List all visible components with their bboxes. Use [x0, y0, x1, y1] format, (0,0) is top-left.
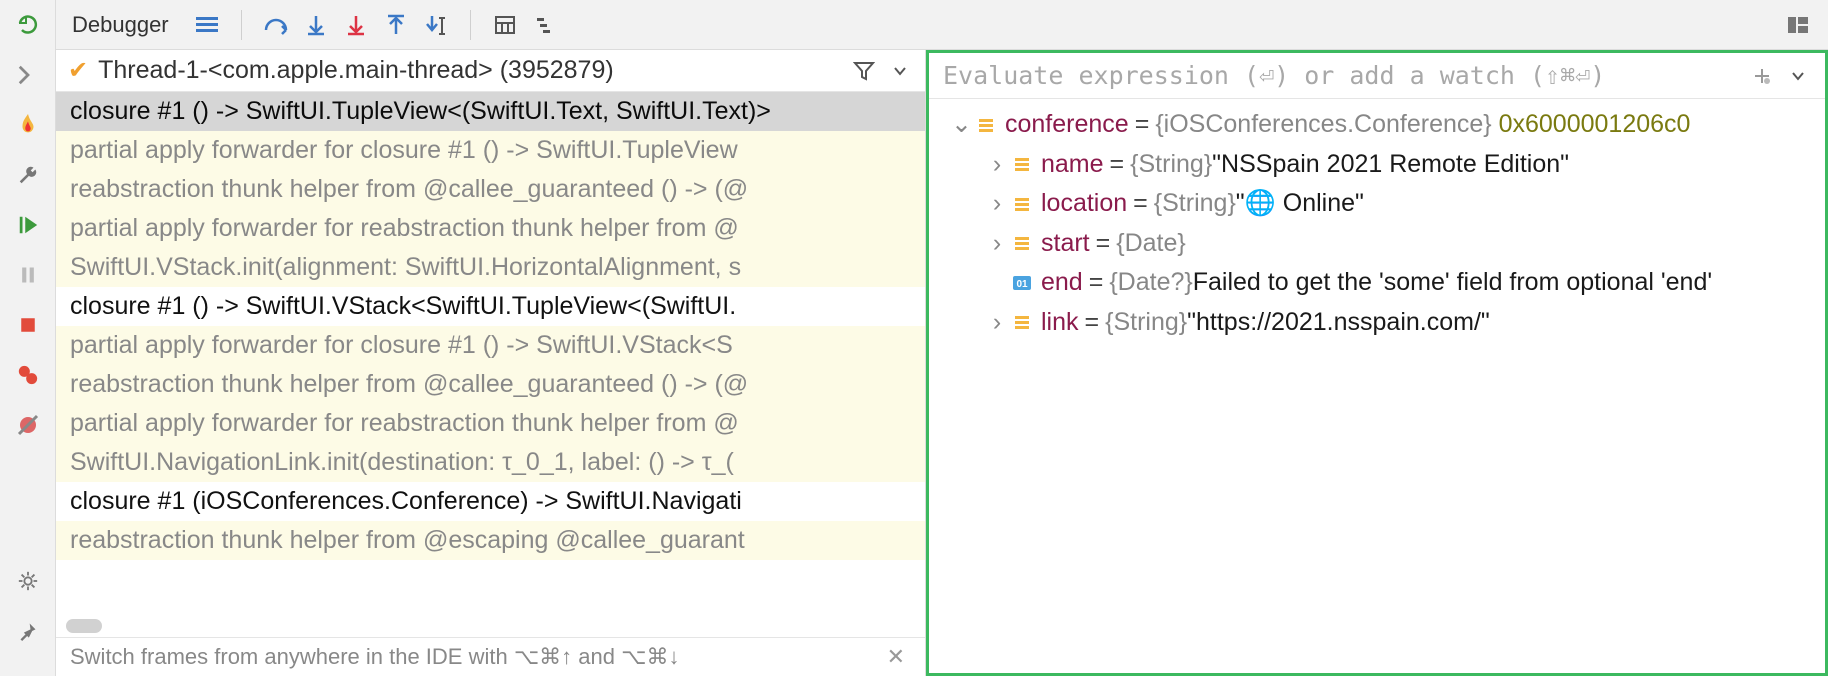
field-icon: [1011, 153, 1033, 175]
var-type: {String}: [1154, 185, 1236, 223]
frame-row[interactable]: closure #1 () -> SwiftUI.TupleView<(Swif…: [56, 92, 925, 131]
field-icon: [975, 114, 997, 136]
pause-icon[interactable]: [13, 260, 43, 290]
frame-row[interactable]: closure #1 (iOSConferences.Conference) -…: [56, 482, 925, 521]
var-name: location: [1041, 185, 1127, 223]
field-icon: [1011, 232, 1033, 254]
primitive-icon: 01: [1011, 272, 1033, 294]
var-type: {String}: [1130, 146, 1212, 184]
frame-row[interactable]: closure #1 () -> SwiftUI.VStack<SwiftUI.…: [56, 287, 925, 326]
console-icon[interactable]: [13, 60, 43, 90]
debugger-toolbar: Debugger: [56, 0, 1828, 50]
breakpoints-icon[interactable]: [13, 360, 43, 390]
chevron-right-icon[interactable]: ›: [987, 304, 1007, 342]
var-type: {iOSConferences.Conference}: [1155, 106, 1491, 144]
thread-dropdown-icon[interactable]: [887, 58, 913, 84]
pin-icon[interactable]: [13, 616, 43, 646]
var-name: name: [1041, 146, 1104, 184]
evaluate-expression-icon[interactable]: [491, 11, 519, 39]
variables-pane: Evaluate expression (⏎) or add a watch (…: [926, 50, 1828, 676]
var-conference[interactable]: ⌄ conference = {iOSConferences.Conferenc…: [929, 105, 1825, 145]
resume-icon[interactable]: [13, 210, 43, 240]
stop-icon[interactable]: [13, 310, 43, 340]
hint-text: Switch frames from anywhere in the IDE w…: [70, 644, 881, 670]
toolbar-title: Debugger: [72, 12, 169, 38]
var-name: link: [1041, 304, 1079, 342]
var-type: {String}: [1105, 304, 1187, 342]
frame-row[interactable]: reabstraction thunk helper from @callee_…: [56, 170, 925, 209]
vars-dropdown-icon[interactable]: [1785, 63, 1811, 89]
field-icon: [1011, 193, 1033, 215]
chevron-right-icon[interactable]: ›: [987, 225, 1007, 263]
var-name: conference: [1005, 106, 1129, 144]
step-over-icon[interactable]: [262, 11, 290, 39]
var-start[interactable]: ›start = {Date}: [929, 224, 1825, 264]
var-name: start: [1041, 225, 1090, 263]
frame-row[interactable]: SwiftUI.NavigationLink.init(destination:…: [56, 443, 925, 482]
filter-icon[interactable]: [851, 58, 877, 84]
var-name[interactable]: ›name = {String} "NSSpain 2021 Remote Ed…: [929, 145, 1825, 185]
var-type: {Date}: [1116, 225, 1186, 263]
var-link[interactable]: ›link = {String} "https://2021.nsspain.c…: [929, 303, 1825, 343]
frame-row[interactable]: reabstraction thunk helper from @callee_…: [56, 365, 925, 404]
var-value: "https://2021.nsspain.com/": [1187, 304, 1490, 342]
frames-list[interactable]: closure #1 () -> SwiftUI.TupleView<(Swif…: [56, 92, 925, 615]
var-type: {Date?}: [1109, 264, 1192, 302]
var-location[interactable]: ›location = {String} "🌐 Online": [929, 184, 1825, 224]
thread-title[interactable]: Thread-1-<com.apple.main-thread> (395287…: [98, 56, 841, 85]
scrollbar-thumb[interactable]: [66, 619, 102, 633]
var-end[interactable]: ·01end = {Date?} Failed to get the 'some…: [929, 263, 1825, 303]
field-icon: [1011, 311, 1033, 333]
var-name: end: [1041, 264, 1083, 302]
rerun-icon[interactable]: [13, 10, 43, 40]
chevron-right-icon[interactable]: ›: [987, 146, 1007, 184]
force-step-into-icon[interactable]: [342, 11, 370, 39]
step-out-icon[interactable]: [382, 11, 410, 39]
wrench-icon[interactable]: [13, 160, 43, 190]
run-to-cursor-icon[interactable]: [422, 11, 450, 39]
var-value: Failed to get the 'some' field from opti…: [1193, 264, 1712, 302]
frame-row[interactable]: partial apply forwarder for reabstractio…: [56, 404, 925, 443]
flame-icon[interactable]: [13, 110, 43, 140]
add-watch-icon[interactable]: [1749, 63, 1775, 89]
frame-row[interactable]: SwiftUI.VStack.init(alignment: SwiftUI.H…: [56, 248, 925, 287]
close-icon[interactable]: ✕: [881, 644, 911, 670]
chevron-down-icon[interactable]: ⌄: [951, 106, 971, 144]
variables-tree[interactable]: ⌄ conference = {iOSConferences.Conferenc…: [929, 99, 1825, 673]
frame-row[interactable]: partial apply forwarder for closure #1 (…: [56, 131, 925, 170]
svg-text:01: 01: [1016, 279, 1028, 290]
frame-row[interactable]: reabstraction thunk helper from @escapin…: [56, 521, 925, 560]
settings-icon[interactable]: [13, 566, 43, 596]
thread-header: ✔ Thread-1-<com.apple.main-thread> (3952…: [56, 50, 925, 92]
mute-breakpoints-icon[interactable]: [13, 410, 43, 440]
frame-row[interactable]: partial apply forwarder for reabstractio…: [56, 209, 925, 248]
threads-icon[interactable]: [193, 11, 221, 39]
checkmark-icon: ✔: [68, 56, 88, 85]
var-address: 0x6000001206c0: [1499, 106, 1691, 144]
frame-row[interactable]: partial apply forwarder for closure #1 (…: [56, 326, 925, 365]
trace-icon[interactable]: [531, 11, 559, 39]
hint-bar: Switch frames from anywhere in the IDE w…: [56, 637, 925, 676]
frames-pane: ✔ Thread-1-<com.apple.main-thread> (3952…: [56, 50, 926, 676]
debug-sidebar: [0, 0, 56, 676]
layout-icon[interactable]: [1784, 11, 1812, 39]
step-into-icon[interactable]: [302, 11, 330, 39]
chevron-right-icon[interactable]: ›: [987, 185, 1007, 223]
evaluate-bar[interactable]: Evaluate expression (⏎) or add a watch (…: [929, 53, 1825, 99]
var-value: "NSSpain 2021 Remote Edition": [1212, 146, 1569, 184]
var-value: "🌐 Online": [1236, 185, 1364, 223]
evaluate-placeholder[interactable]: Evaluate expression (⏎) or add a watch (…: [943, 61, 1739, 90]
